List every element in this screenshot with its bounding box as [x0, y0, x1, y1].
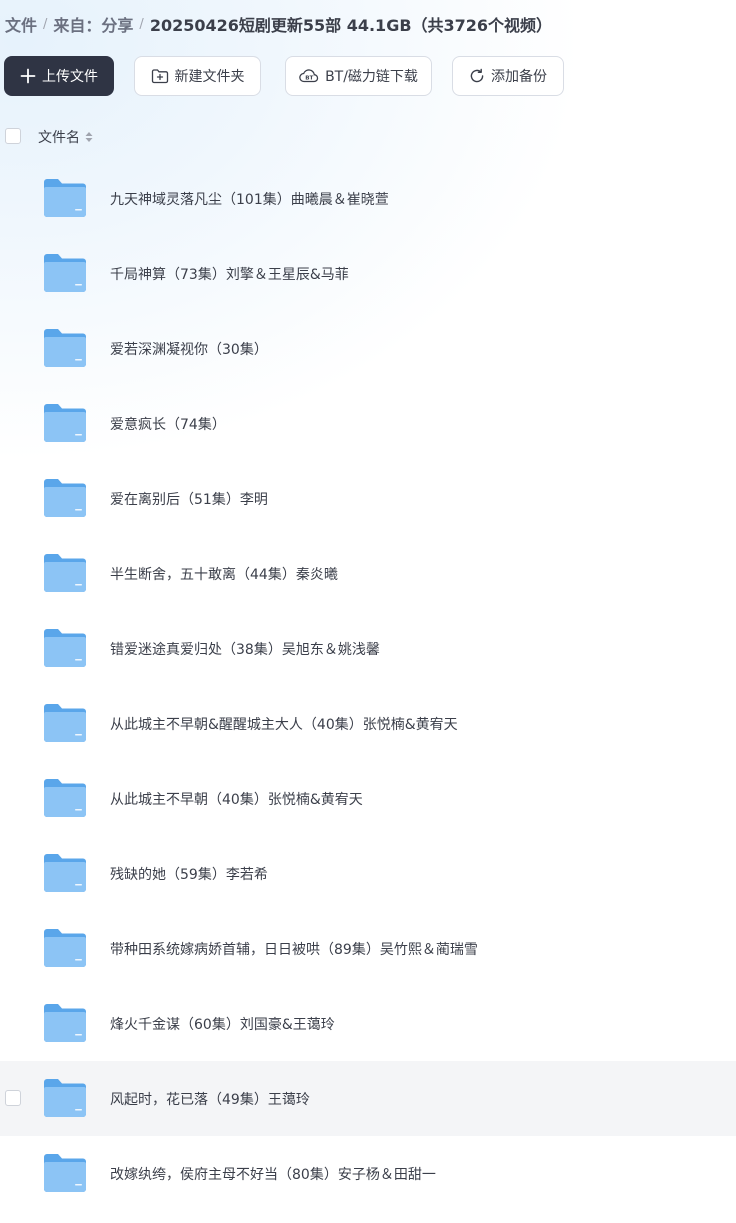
file-row[interactable]: 爱若深渊凝视你（30集）: [0, 311, 736, 386]
list-header: 文件名: [0, 120, 736, 154]
folder-icon: [42, 1077, 88, 1119]
row-checkbox[interactable]: [5, 1090, 21, 1106]
breadcrumb-item-files[interactable]: 文件: [5, 12, 37, 36]
folder-icon: [42, 927, 88, 969]
upload-button-label: 上传文件: [42, 69, 98, 85]
plus-icon: [20, 68, 36, 84]
file-name[interactable]: 带种田系统嫁病娇首辅，日日被哄（89集）吴竹熙＆蔺瑞雪: [110, 939, 478, 959]
file-row[interactable]: 风起时，花已落（49集）王蔼玲: [0, 1061, 736, 1136]
file-name[interactable]: 爱在离别后（51集）李明: [110, 489, 268, 509]
folder-icon: [42, 402, 88, 444]
breadcrumb-current-folder: 20250426短剧更新55部 44.1GB（共3726个视频）: [149, 16, 553, 35]
select-all-checkbox[interactable]: [5, 128, 21, 144]
refresh-icon: [469, 68, 485, 84]
folder-icon: [42, 777, 88, 819]
file-name[interactable]: 半生断舍，五十敢离（44集）秦炎曦: [110, 564, 338, 584]
file-name[interactable]: 爱若深渊凝视你（30集）: [110, 339, 268, 359]
folder-icon: [42, 177, 88, 219]
svg-text:BT: BT: [305, 76, 313, 82]
file-row[interactable]: 带种田系统嫁病娇首辅，日日被哄（89集）吴竹熙＆蔺瑞雪: [0, 911, 736, 986]
column-header-name[interactable]: 文件名: [38, 127, 93, 147]
file-name[interactable]: 从此城主不早朝（40集）张悦楠&黄宥天: [110, 789, 363, 809]
file-row[interactable]: 从此城主不早朝&醒醒城主大人（40集）张悦楠&黄宥天: [0, 686, 736, 761]
folder-plus-icon: [151, 68, 169, 84]
new-folder-button[interactable]: 新建文件夹: [134, 56, 261, 96]
file-name[interactable]: 错爱迷途真爱归处（38集）吴旭东＆姚浅馨: [110, 639, 380, 659]
folder-icon: [42, 702, 88, 744]
file-row[interactable]: 改嫁纨绔，侯府主母不好当（80集）安子杨＆田甜一: [0, 1136, 736, 1211]
breadcrumb: 文件 / 来自：分享 / 20250426短剧更新55部 44.1GB（共372…: [5, 12, 552, 36]
bt-icon: BT: [299, 68, 319, 84]
file-list: 九天神域灵落凡尘（101集）曲曦晨＆崔晓萱 千局神算（73集）刘擎＆王星辰&马菲…: [0, 161, 736, 1211]
file-name[interactable]: 残缺的她（59集）李若希: [110, 864, 268, 884]
add-backup-button[interactable]: 添加备份: [452, 56, 564, 96]
file-name[interactable]: 爱意疯长（74集）: [110, 414, 226, 434]
sort-icon[interactable]: [85, 131, 93, 143]
file-row[interactable]: 千局神算（73集）刘擎＆王星辰&马菲: [0, 236, 736, 311]
file-name[interactable]: 改嫁纨绔，侯府主母不好当（80集）安子杨＆田甜一: [110, 1164, 436, 1184]
file-row[interactable]: 半生断舍，五十敢离（44集）秦炎曦: [0, 536, 736, 611]
folder-icon: [42, 627, 88, 669]
folder-icon: [42, 327, 88, 369]
folder-icon: [42, 852, 88, 894]
bt-download-button[interactable]: BT BT/磁力链下载: [285, 56, 432, 96]
file-name[interactable]: 千局神算（73集）刘擎＆王星辰&马菲: [110, 264, 349, 284]
file-row[interactable]: 错爱迷途真爱归处（38集）吴旭东＆姚浅馨: [0, 611, 736, 686]
new-folder-button-label: 新建文件夹: [174, 69, 245, 85]
folder-icon: [42, 552, 88, 594]
file-row[interactable]: 九天神域灵落凡尘（101集）曲曦晨＆崔晓萱: [0, 161, 736, 236]
breadcrumb-separator: /: [43, 16, 48, 32]
breadcrumb-item-shared[interactable]: 来自：分享: [53, 12, 133, 36]
folder-icon: [42, 252, 88, 294]
file-row[interactable]: 从此城主不早朝（40集）张悦楠&黄宥天: [0, 761, 736, 836]
file-name[interactable]: 风起时，花已落（49集）王蔼玲: [110, 1089, 310, 1109]
file-row[interactable]: 烽火千金谋（60集）刘国豪&王蔼玲: [0, 986, 736, 1061]
upload-button[interactable]: 上传文件: [4, 56, 114, 96]
folder-icon: [42, 477, 88, 519]
breadcrumb-separator: /: [139, 16, 144, 32]
bt-download-button-label: BT/磁力链下载: [325, 69, 418, 85]
column-header-name-label: 文件名: [38, 130, 80, 146]
file-name[interactable]: 九天神域灵落凡尘（101集）曲曦晨＆崔晓萱: [110, 189, 389, 209]
file-name[interactable]: 从此城主不早朝&醒醒城主大人（40集）张悦楠&黄宥天: [110, 714, 458, 734]
file-row[interactable]: 爱在离别后（51集）李明: [0, 461, 736, 536]
file-name[interactable]: 烽火千金谋（60集）刘国豪&王蔼玲: [110, 1014, 335, 1034]
file-row[interactable]: 爱意疯长（74集）: [0, 386, 736, 461]
file-row[interactable]: 残缺的她（59集）李若希: [0, 836, 736, 911]
add-backup-button-label: 添加备份: [491, 69, 547, 85]
folder-icon: [42, 1002, 88, 1044]
folder-icon: [42, 1152, 88, 1194]
